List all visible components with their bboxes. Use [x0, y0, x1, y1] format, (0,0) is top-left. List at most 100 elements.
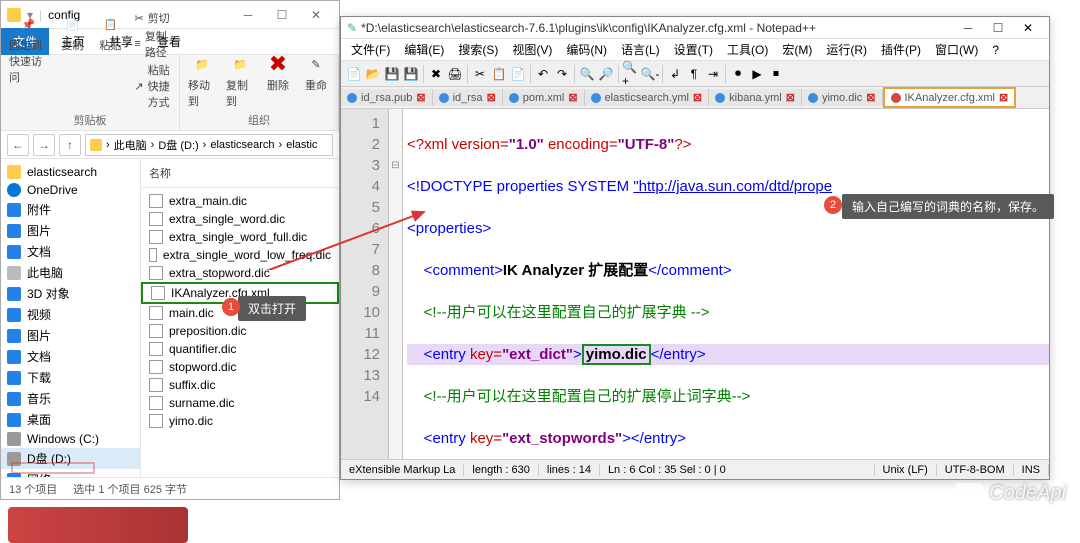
tree-item[interactable]: 文档	[1, 346, 140, 367]
tab-close-icon[interactable]: ⊠	[866, 91, 875, 104]
npp-menubar: 文件(F)编辑(E)搜索(S)视图(V)编码(N)语言(L)设置(T)工具(O)…	[341, 39, 1049, 61]
tree-item[interactable]: 视频	[1, 304, 140, 325]
npp-maximize-button[interactable]: ☐	[983, 21, 1013, 35]
record-icon[interactable]: ⏺	[729, 65, 747, 83]
zoom-out-icon[interactable]: 🔍-	[641, 65, 659, 83]
editor-tab[interactable]: id_rsa⊠	[433, 89, 503, 106]
open-file-icon[interactable]: 📂	[364, 65, 382, 83]
tab-close-icon[interactable]: ⊠	[693, 91, 702, 104]
tree-item[interactable]: 桌面	[1, 409, 140, 430]
pasteshortcut-button[interactable]: ↗ 粘贴快捷方式	[130, 61, 175, 111]
menu-item[interactable]: 语言(L)	[615, 39, 666, 60]
close-button[interactable]: ✕	[299, 3, 333, 27]
moveto-button[interactable]: 📁移动到	[184, 49, 220, 111]
save-icon[interactable]: 💾	[383, 65, 401, 83]
wechat-icon	[955, 483, 983, 505]
menu-item[interactable]: 搜索(S)	[452, 39, 504, 60]
find-icon[interactable]: 🔍	[578, 65, 596, 83]
tree-item[interactable]: 下载	[1, 367, 140, 388]
menu-item[interactable]: 运行(R)	[820, 39, 873, 60]
menu-item[interactable]: 插件(P)	[875, 39, 927, 60]
tree-item[interactable]: 音乐	[1, 388, 140, 409]
blue-icon	[7, 350, 21, 364]
zoom-in-icon[interactable]: 🔍+	[622, 65, 640, 83]
delete-button[interactable]: ✖删除	[260, 49, 296, 111]
editor-tab[interactable]: IKAnalyzer.cfg.xml⊠	[883, 87, 1017, 108]
redo-icon[interactable]: ↷	[553, 65, 571, 83]
tab-close-icon[interactable]: ⊠	[487, 91, 496, 104]
menu-item[interactable]: 编码(N)	[560, 39, 613, 60]
tab-close-icon[interactable]: ⊠	[786, 91, 795, 104]
tree-item[interactable]: 图片	[1, 325, 140, 346]
tree-item[interactable]: OneDrive	[1, 181, 140, 199]
file-item[interactable]: surname.dic	[141, 394, 339, 412]
tree-item[interactable]: 图片	[1, 220, 140, 241]
tree-item[interactable]: 文档	[1, 241, 140, 262]
nav-up-button[interactable]: ↑	[59, 134, 81, 156]
status-length: length : 630	[464, 464, 539, 476]
npp-close-button[interactable]: ✕	[1013, 21, 1043, 35]
npp-titlebar[interactable]: ✎ *D:\elasticsearch\elasticsearch-7.6.1\…	[341, 17, 1049, 39]
editor-tab[interactable]: pom.xml⊠	[503, 89, 585, 106]
file-icon	[149, 342, 163, 356]
stop-icon[interactable]: ⏹	[767, 65, 785, 83]
status-selection: 选中 1 个项目 625 字节	[73, 481, 187, 497]
indent-icon[interactable]: ⇥	[704, 65, 722, 83]
file-item[interactable]: stopword.dic	[141, 358, 339, 376]
tree-item[interactable]: 附件	[1, 199, 140, 220]
tab-close-icon[interactable]: ⊠	[999, 91, 1008, 104]
show-all-icon[interactable]: ¶	[685, 65, 703, 83]
new-file-icon[interactable]: 📄	[345, 65, 363, 83]
pin-button[interactable]: 📌固定到快速访问	[5, 9, 52, 111]
save-all-icon[interactable]: 💾	[402, 65, 420, 83]
menu-item[interactable]: ?	[986, 41, 1005, 59]
editor-tab[interactable]: kibana.yml⊠	[709, 89, 802, 106]
editor-tab[interactable]: yimo.dic⊠	[802, 89, 883, 106]
undo-icon[interactable]: ↶	[534, 65, 552, 83]
close-tab-icon[interactable]: ✖	[427, 65, 445, 83]
tree-item[interactable]: elasticsearch	[1, 163, 140, 181]
wrap-icon[interactable]: ↲	[666, 65, 684, 83]
maximize-button[interactable]: ☐	[265, 3, 299, 27]
file-item[interactable]: preposition.dic	[141, 322, 339, 340]
file-item[interactable]: quantifier.dic	[141, 340, 339, 358]
menu-item[interactable]: 编辑(E)	[398, 39, 450, 60]
rename-button[interactable]: ✎重命	[298, 49, 334, 111]
nav-back-button[interactable]: ←	[7, 134, 29, 156]
editor-tab[interactable]: elasticsearch.yml⊠	[585, 89, 710, 106]
tree-item[interactable]: Windows (C:)	[1, 430, 140, 448]
copyto-button[interactable]: 📁复制到	[222, 49, 258, 111]
npp-minimize-button[interactable]: ─	[953, 21, 983, 35]
nav-forward-button[interactable]: →	[33, 134, 55, 156]
paste-icon[interactable]: 📄	[509, 65, 527, 83]
copy-button[interactable]: 📄复制	[54, 9, 90, 111]
minimize-button[interactable]: ─	[231, 3, 265, 27]
tab-close-icon[interactable]: ⊠	[416, 91, 425, 104]
play-icon[interactable]: ▶	[748, 65, 766, 83]
tree-item[interactable]: 3D 对象	[1, 283, 140, 304]
menu-item[interactable]: 视图(V)	[506, 39, 558, 60]
print-icon[interactable]: 🖨	[446, 65, 464, 83]
explorer-tree[interactable]: elasticsearchOneDrive附件图片文档此电脑3D 对象视频图片文…	[1, 159, 141, 477]
annotation-circle-1: 1	[222, 298, 240, 316]
menu-item[interactable]: 窗口(W)	[929, 39, 984, 60]
ext-dict-value[interactable]: yimo.dic	[582, 344, 651, 365]
menu-item[interactable]: 宏(M)	[776, 39, 818, 60]
editor-tab[interactable]: id_rsa.pub⊠	[341, 89, 433, 106]
copypath-button[interactable]: ≡ 复制路径	[130, 27, 175, 61]
menu-item[interactable]: 设置(T)	[668, 39, 719, 60]
menu-item[interactable]: 文件(F)	[345, 39, 396, 60]
paste-button[interactable]: 📋粘贴	[92, 9, 128, 111]
code-area[interactable]: <?xml version="1.0" encoding="UTF-8"?> <…	[403, 109, 1049, 459]
replace-icon[interactable]: 🔎	[597, 65, 615, 83]
tab-close-icon[interactable]: ⊠	[568, 91, 577, 104]
file-icon	[149, 378, 163, 392]
cut-icon[interactable]: ✂	[471, 65, 489, 83]
copy-icon[interactable]: 📋	[490, 65, 508, 83]
file-item[interactable]: yimo.dic	[141, 412, 339, 430]
menu-item[interactable]: 工具(O)	[721, 39, 774, 60]
cut-button[interactable]: ✂ 剪切	[130, 9, 175, 27]
tree-item[interactable]: 此电脑	[1, 262, 140, 283]
file-item[interactable]: suffix.dic	[141, 376, 339, 394]
file-icon	[149, 306, 163, 320]
